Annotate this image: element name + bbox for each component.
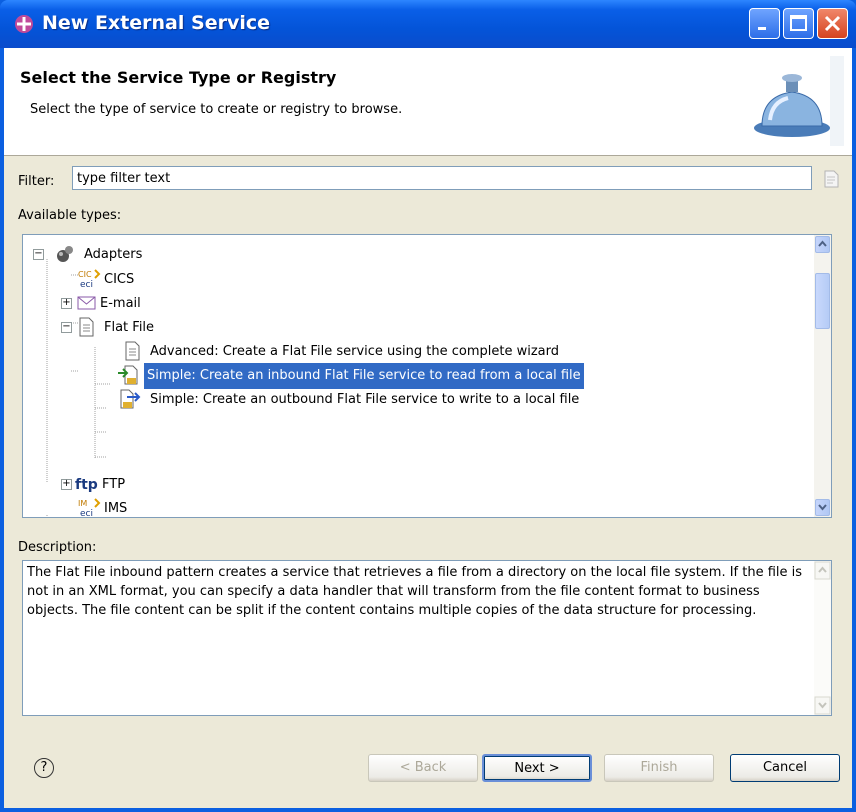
types-tree[interactable]: − Adapters CIC eci CICS + E-mail − Flat … (22, 234, 832, 518)
tree-item-label: FTP (102, 477, 126, 492)
maximize-icon (790, 15, 807, 31)
dialog-window: New External Service Select the Service … (0, 0, 856, 812)
description-text: The Flat File inbound pattern creates a … (27, 565, 803, 618)
collapse-icon[interactable]: − (33, 249, 44, 260)
page-subtitle: Select the type of service to create or … (30, 102, 403, 117)
icon-text: ftp (75, 477, 98, 493)
description-scrollbar[interactable] (814, 561, 831, 715)
window-title: New External Service (42, 12, 270, 34)
scroll-up-button[interactable] (815, 236, 830, 253)
tree-item-label: CICS (104, 272, 135, 287)
clear-filter-icon[interactable] (824, 170, 840, 188)
app-icon (15, 15, 33, 33)
ims-eci-icon: IM eci (78, 498, 101, 518)
outbound-file-icon (120, 389, 141, 409)
next-button[interactable]: Next > (482, 754, 592, 782)
tree-scrollbar[interactable] (814, 235, 831, 517)
scroll-down-button[interactable] (815, 499, 830, 516)
minimize-button[interactable] (749, 8, 780, 39)
close-icon (824, 15, 841, 32)
chevron-down-icon (818, 504, 827, 511)
tree-item-label: IMS (104, 501, 128, 516)
expand-icon[interactable]: + (61, 298, 72, 309)
adapters-icon (57, 246, 73, 262)
tree-item-label: Adapters (84, 247, 143, 262)
title-bar[interactable]: New External Service (0, 0, 856, 48)
inbound-file-icon (118, 365, 138, 385)
expand-icon[interactable]: + (61, 479, 72, 490)
description-label: Description: (18, 540, 97, 555)
icon-text: eci (80, 280, 93, 290)
collapse-icon[interactable]: − (61, 322, 72, 333)
file-icon (79, 317, 94, 337)
envelope-icon (77, 296, 96, 310)
help-icon[interactable]: ? (34, 758, 54, 778)
close-button[interactable] (817, 8, 848, 39)
available-types-label: Available types: (18, 208, 122, 223)
tree-item-label: Simple: Create an outbound Flat File ser… (150, 392, 580, 407)
scroll-thumb[interactable] (815, 273, 830, 329)
icon-text: CIC (78, 270, 92, 279)
scroll-arrows-icon (814, 561, 831, 715)
tree-item-label: Simple: Create an inbound Flat File serv… (144, 363, 584, 389)
file-icon (125, 341, 140, 361)
service-bell-icon (754, 56, 844, 146)
page-title: Select the Service Type or Registry (20, 68, 337, 87)
cics-eci-icon: CIC eci (78, 269, 101, 290)
maximize-button[interactable] (783, 8, 814, 39)
wizard-header: Select the Service Type or Registry Sele… (4, 48, 852, 156)
chevron-up-icon (818, 240, 827, 247)
dialog-client: Select the Service Type or Registry Sele… (4, 48, 852, 808)
back-button[interactable]: < Back (368, 754, 478, 782)
icon-text: IM (78, 499, 87, 508)
icon-text: eci (80, 509, 93, 518)
tree-item-label: Flat File (104, 320, 155, 335)
cancel-button[interactable]: Cancel (730, 754, 840, 782)
ftp-icon: ftp (75, 477, 98, 493)
tree-item-label: E-mail (100, 296, 141, 311)
tree-item-label: Advanced: Create a Flat File service usi… (150, 344, 559, 359)
filter-input[interactable] (72, 166, 812, 190)
minimize-icon (758, 27, 766, 30)
finish-button[interactable]: Finish (604, 754, 714, 782)
filter-label: Filter: (18, 174, 55, 189)
description-box[interactable]: The Flat File inbound pattern creates a … (22, 560, 832, 716)
